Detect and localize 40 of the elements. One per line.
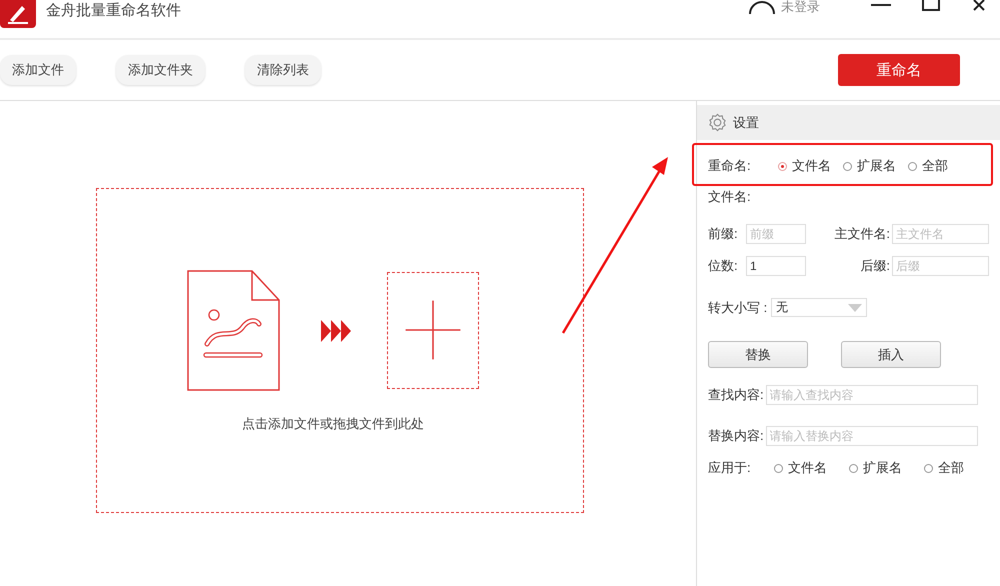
login-status[interactable]: 未登录 [781, 0, 820, 13]
toolbar-button[interactable]: 添加文件夹 [116, 55, 205, 85]
field-label: 应用于: [708, 459, 752, 477]
section-label: 文件名: [708, 188, 752, 206]
image-file-icon [187, 270, 280, 391]
radio-option[interactable]: 扩展名 [843, 157, 896, 175]
add-file-box[interactable] [387, 272, 479, 389]
radio-option[interactable]: 全部 [924, 459, 964, 477]
panel-title: 设置 [733, 114, 759, 132]
action-button[interactable]: 替换 [708, 341, 808, 368]
text-field[interactable]: 请输入查找内容 [766, 385, 978, 405]
field-label: 转大小写 : [708, 298, 768, 316]
toolbar-button[interactable]: 添加文件 [0, 55, 76, 85]
field-label: 查找内容: [708, 386, 764, 404]
field-label: 重命名: [708, 157, 752, 175]
drop-hint: 点击添加文件或拖拽文件到此处 [242, 415, 424, 433]
radio-option[interactable]: 文件名 [774, 459, 827, 477]
text-field[interactable]: 主文件名 [892, 224, 989, 244]
field-label: 替换内容: [708, 427, 764, 445]
radio-option[interactable]: 全部 [908, 157, 948, 175]
window-title: 金舟批量重命名软件 [46, 1, 181, 20]
drop-area[interactable]: 点击添加文件或拖拽文件到此处 [96, 188, 584, 513]
rename-button[interactable]: 重命名 [838, 54, 960, 86]
field-label: 主文件名: [834, 225, 891, 243]
text-field[interactable]: 后缀 [892, 256, 989, 276]
case-dropdown[interactable]: 无 [771, 298, 868, 317]
toolbar-button[interactable]: 清除列表 [245, 55, 321, 85]
text-field[interactable]: 前缀 [746, 224, 806, 244]
field-label: 后缀: [860, 257, 891, 275]
settings-icon [708, 113, 727, 132]
field-label: 前缀: [708, 225, 738, 243]
app-logo-icon [0, 0, 36, 28]
field-label: 位数: [708, 257, 738, 275]
action-button[interactable]: 插入 [841, 341, 941, 368]
text-field[interactable]: 请输入替换内容 [766, 426, 978, 446]
text-field[interactable]: 1 [746, 256, 806, 276]
dropdown-arrow-icon [848, 304, 862, 312]
triple-arrow-icon [321, 320, 351, 342]
radio-option[interactable]: 文件名 [778, 157, 831, 175]
radio-option[interactable]: 扩展名 [849, 459, 902, 477]
